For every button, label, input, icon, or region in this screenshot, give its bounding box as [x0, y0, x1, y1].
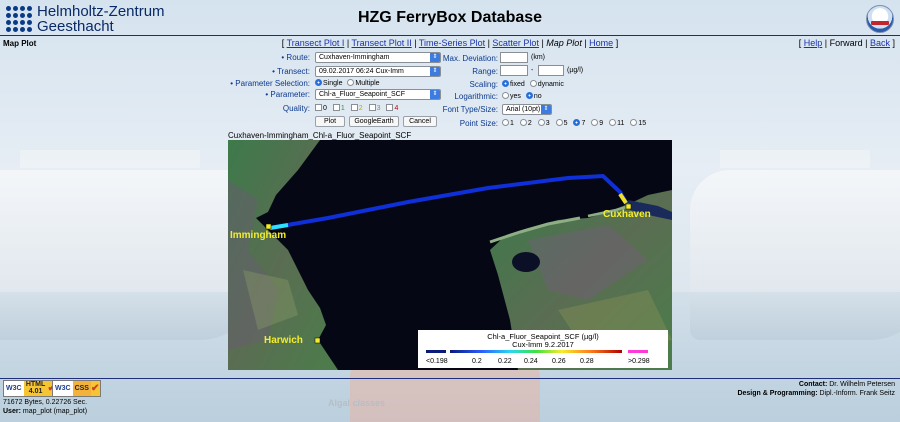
scaling-fixed-radio[interactable]: [502, 80, 509, 87]
design-label: Design & Programming:: [737, 390, 818, 397]
credits: Contact: Dr. Wilhelm Petersen Design & P…: [737, 380, 895, 398]
point-size-9-radio[interactable]: [591, 119, 599, 126]
legend-tick: 0.22: [498, 358, 512, 365]
w3c-css-badge[interactable]: W3C CSS ✔: [52, 380, 102, 397]
single-radio[interactable]: [315, 79, 322, 86]
map-legend: Chl-a_Fluor_Seapoint_SCF (µg/l) Cux-Imm …: [418, 330, 668, 368]
point-size-7-radio[interactable]: [573, 119, 581, 126]
legend-tick: 0.28: [580, 358, 594, 365]
parameter-selection-label: • Parameter Selection:: [230, 79, 310, 88]
point-size-radios: 1 2 3 5 7 9 11 15: [502, 119, 650, 127]
background-watermark-text: Algal classes: [328, 398, 386, 408]
city-label-harwich: Harwich: [264, 335, 303, 346]
range-unit: (µg/l): [567, 67, 584, 74]
chevron-down-icon: ⇕: [430, 90, 440, 99]
google-earth-button[interactable]: GoogleEarth: [349, 116, 399, 127]
point-size-3-radio[interactable]: [537, 119, 545, 126]
parameter-select[interactable]: Chl-a_Fluor_Seapoint_SCF ⇕: [315, 89, 441, 100]
range-separator: -: [531, 67, 534, 74]
quality-4-checkbox[interactable]: [386, 104, 394, 111]
max-deviation-label: Max. Deviation:: [442, 54, 498, 63]
logarithmic-label: Logarithmic:: [454, 92, 498, 101]
chevron-down-icon: ⇕: [430, 53, 440, 62]
page-stats: 71672 Bytes, 0.22726 Sec. User: map_plot…: [3, 398, 87, 416]
point-size-15-radio[interactable]: [630, 119, 638, 126]
point-size-11-radio[interactable]: [609, 119, 617, 126]
scaling-radios: fixed dynamic: [502, 80, 564, 88]
legend-tick: 0.26: [552, 358, 566, 365]
quality-checkboxes: 0 1 2 3 4: [315, 104, 402, 112]
range-min-input[interactable]: [500, 65, 528, 76]
plot-button[interactable]: Plot: [315, 116, 345, 127]
logarithmic-radios: yes no: [502, 92, 542, 100]
legend-tick: 0.24: [524, 358, 538, 365]
transect-select[interactable]: 09.02.2017 06:24 Cux-Imm ⇕: [315, 66, 441, 77]
multiple-radio[interactable]: [347, 79, 355, 86]
quality-2-checkbox[interactable]: [350, 104, 358, 111]
quality-1-checkbox[interactable]: [332, 104, 340, 111]
legend-tick-max: >0.298: [628, 358, 650, 365]
footer-divider: [0, 378, 900, 379]
checkmark-icon: ✔: [90, 381, 101, 396]
font-type-size-label: Font Type/Size:: [442, 105, 498, 114]
user-label: User:: [3, 408, 21, 415]
scaling-dynamic-radio[interactable]: [529, 80, 537, 87]
parameter-selection-radios: Single Multiple: [315, 79, 380, 87]
point-size-1-radio[interactable]: [502, 119, 509, 126]
chevron-down-icon: ⇕: [541, 105, 551, 114]
contact-link[interactable]: Dr. Wilhelm Petersen: [829, 381, 895, 388]
max-deviation-unit: (km): [531, 54, 545, 61]
w3c-html-badge[interactable]: W3C HTML 4.01 ✔: [3, 380, 58, 397]
quality-label: Quality:: [282, 104, 310, 113]
range-max-input[interactable]: [538, 65, 564, 76]
point-size-label: Point Size:: [459, 119, 498, 128]
route-label: • Route:: [281, 53, 310, 62]
scaling-label: Scaling:: [469, 80, 498, 89]
contact-label: Contact:: [798, 381, 828, 388]
city-label-immingham: Immingham: [230, 230, 286, 241]
legend-tick-min: <0.198: [426, 358, 448, 365]
quality-0-checkbox[interactable]: [315, 104, 322, 111]
log-no-radio[interactable]: [525, 92, 533, 99]
font-type-size-select[interactable]: Arial (10pt) ⇕: [502, 104, 552, 115]
max-deviation-input[interactable]: [500, 52, 528, 63]
map-caption: Cuxhaven-Immingham_Chl-a_Fluor_Seapoint_…: [228, 131, 412, 140]
point-size-2-radio[interactable]: [519, 119, 527, 126]
ferry-route-map: Immingham Cuxhaven Harwich Chl-a_Fluor_S…: [228, 140, 672, 370]
parameter-label: • Parameter:: [265, 90, 310, 99]
route-select[interactable]: Cuxhaven-Immingham ⇕: [315, 52, 441, 63]
design-link[interactable]: Dipl.-Inform. Frank Seitz: [820, 390, 895, 397]
log-yes-radio[interactable]: [502, 92, 509, 99]
range-label: Range:: [472, 67, 498, 76]
quality-3-checkbox[interactable]: [368, 104, 376, 111]
legend-subtitle: Cux-Imm 9.2.2017: [512, 340, 574, 349]
user-value: map_plot (map_plot): [22, 408, 88, 415]
plot-form: • Route: Cuxhaven-Immingham ⇕ • Transect:…: [0, 0, 900, 140]
bytes-timing: 71672 Bytes, 0.22726 Sec.: [3, 399, 88, 406]
chevron-down-icon: ⇕: [430, 67, 440, 76]
point-size-5-radio[interactable]: [555, 119, 563, 126]
transect-label: • Transect:: [272, 67, 310, 76]
cancel-button[interactable]: Cancel: [403, 116, 437, 127]
legend-tick: 0.2: [472, 358, 482, 365]
city-label-cuxhaven: Cuxhaven: [603, 209, 651, 220]
